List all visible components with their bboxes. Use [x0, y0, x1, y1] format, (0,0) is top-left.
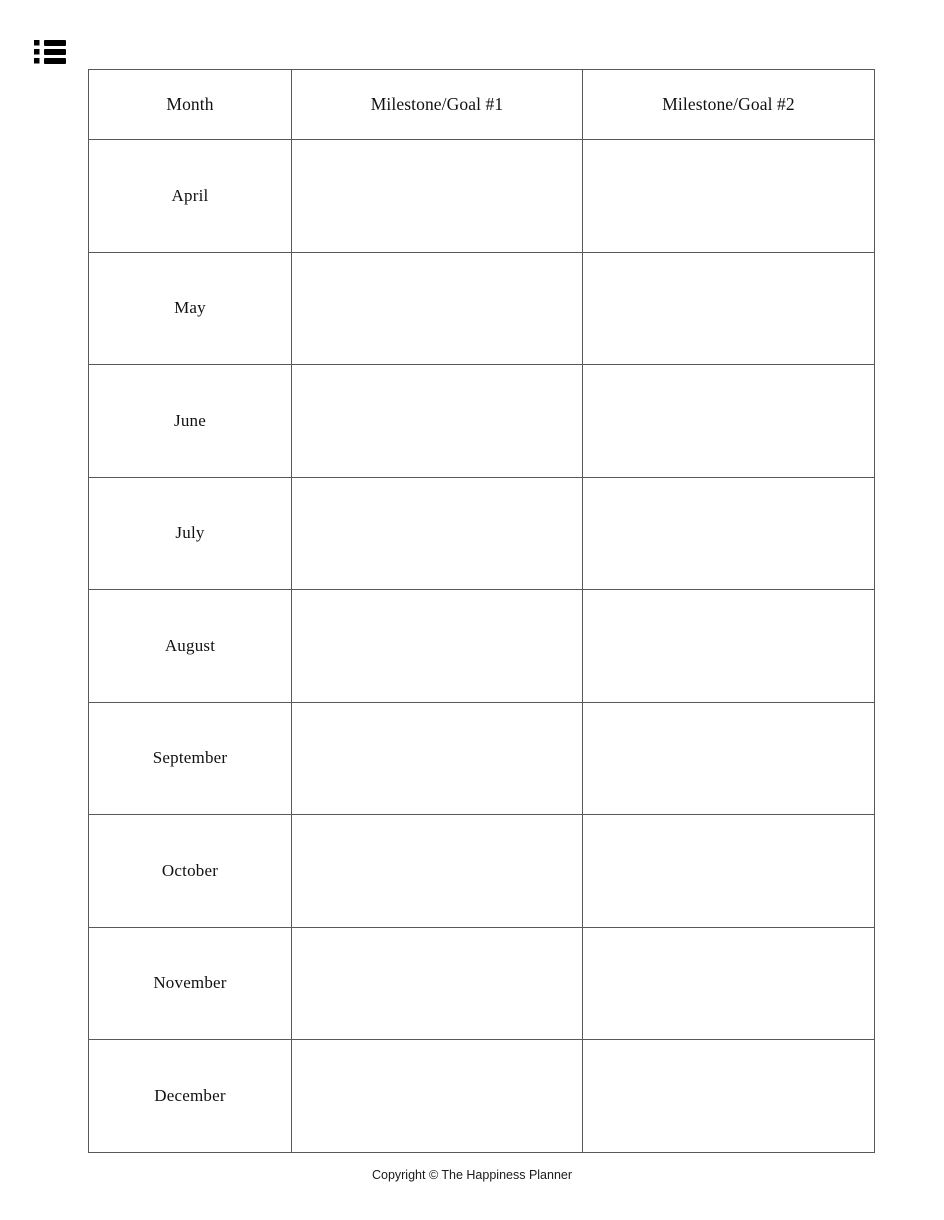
cell-goal-1[interactable]: [291, 589, 583, 703]
cell-goal-2[interactable]: [582, 364, 875, 478]
cell-month: November: [88, 926, 292, 1040]
cell-goal-1[interactable]: [291, 701, 583, 815]
bulleted-list-icon[interactable]: [34, 39, 68, 67]
cell-goal-1[interactable]: [291, 364, 583, 478]
footer-copyright: Copyright © The Happiness Planner: [371, 1168, 573, 1182]
milestone-goal-table: Month Milestone/Goal #1 Milestone/Goal #…: [88, 69, 875, 1153]
column-header-goal-1: Milestone/Goal #1: [291, 69, 583, 140]
table-row: December: [88, 1039, 875, 1153]
table-row: November: [88, 926, 875, 1040]
table-row: June: [88, 364, 875, 478]
cell-goal-2[interactable]: [582, 476, 875, 590]
table-row: April: [88, 139, 875, 253]
cell-goal-2[interactable]: [582, 589, 875, 703]
cell-month: October: [88, 814, 292, 928]
cell-month: September: [88, 701, 292, 815]
planner-page: Month Milestone/Goal #1 Milestone/Goal #…: [0, 0, 944, 1220]
cell-goal-1[interactable]: [291, 1039, 583, 1153]
cell-month: December: [88, 1039, 292, 1153]
cell-goal-1[interactable]: [291, 926, 583, 1040]
cell-goal-2[interactable]: [582, 1039, 875, 1153]
cell-goal-2[interactable]: [582, 251, 875, 365]
column-header-month: Month: [88, 69, 292, 140]
cell-month: August: [88, 589, 292, 703]
table-header: Month Milestone/Goal #1 Milestone/Goal #…: [88, 69, 875, 140]
cell-month: May: [88, 251, 292, 365]
cell-goal-1[interactable]: [291, 139, 583, 253]
table-row: July: [88, 476, 875, 590]
cell-month: June: [88, 364, 292, 478]
table-row: May: [88, 251, 875, 365]
cell-month: July: [88, 476, 292, 590]
table-body: April May June July August September Oct…: [88, 139, 875, 1153]
cell-goal-1[interactable]: [291, 476, 583, 590]
cell-month: April: [88, 139, 292, 253]
cell-goal-2[interactable]: [582, 139, 875, 253]
table-row: October: [88, 814, 875, 928]
cell-goal-2[interactable]: [582, 701, 875, 815]
cell-goal-2[interactable]: [582, 814, 875, 928]
table-row: August: [88, 589, 875, 703]
table-header-row: Month Milestone/Goal #1 Milestone/Goal #…: [88, 69, 875, 140]
cell-goal-1[interactable]: [291, 814, 583, 928]
cell-goal-1[interactable]: [291, 251, 583, 365]
table-row: September: [88, 701, 875, 815]
cell-goal-2[interactable]: [582, 926, 875, 1040]
column-header-goal-2: Milestone/Goal #2: [582, 69, 875, 140]
